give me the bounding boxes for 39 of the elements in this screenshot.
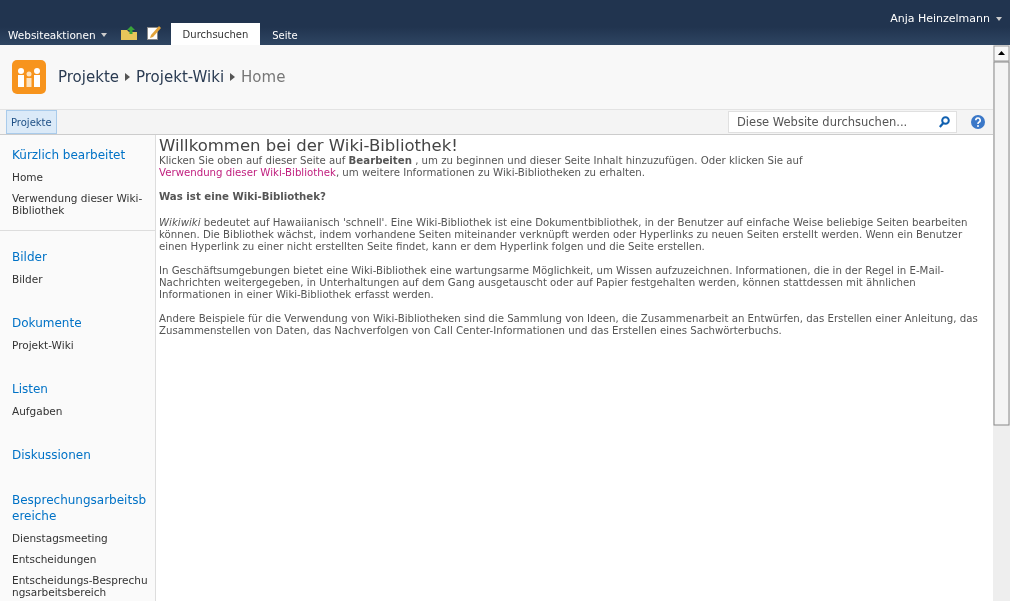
breadcrumb-arrow-icon	[230, 73, 236, 81]
nav-link[interactable]: Projekt-Wiki	[12, 336, 152, 357]
body-paragraph: Wikiwiki bedeutet auf Hawaiianisch 'schnell'. Eine Wiki-Bibliothek ist eine Dokumentbibliothek, in der Benutzer auf einfache Weise beliebige Seiten bearbeiten können. Die Bibliothek wächst, indem vorhandene Seiten miteinander verknüpft werden oder Hyperlinks zu neuen Seiten erstellt werden. Wenn ein Benutzer einen Hyperlink zu einer nicht erstellten Seite findet, kann er dem Hyperlink folgen und die Seite erstellen.	[159, 217, 969, 253]
help-icon[interactable]	[971, 115, 985, 129]
nav-link[interactable]: Home	[12, 168, 152, 189]
nav-heading[interactable]: Diskussionen	[12, 445, 152, 468]
scrollbar[interactable]	[993, 45, 1010, 601]
nav-link[interactable]: Dienstagsmeeting	[12, 529, 152, 550]
caret-icon	[100, 33, 107, 37]
user-menu[interactable]: Anja Heinzelmann	[890, 12, 1002, 25]
body-paragraph: Andere Beispiele für die Verwendung von Wiki-Bibliotheken sind die Sammlung von Ideen, die Zusammenarbeit an Entwürfen, das Erstellen einer Anleitung, das Zusammenstellen von Daten, das Nachverfolgen von Call Center-Informationen und das Erstellen eines Sachwörterbuchs.	[159, 313, 979, 337]
nav-link[interactable]: Aufgaben	[12, 402, 152, 423]
section-heading: Was ist eine Wiki-Bibliothek?	[159, 191, 327, 203]
nav-heading[interactable]: Bilder	[12, 247, 152, 270]
site-logo-icon	[12, 60, 46, 94]
nav-heading[interactable]: Kürzlich bearbeitet	[12, 145, 152, 168]
body-paragraph: In Geschäftsumgebungen bietet eine Wiki-Bibliothek eine wartungsarme Möglichkeit, um Wissen aufzuzeichnen. Informationen, die in der Regel in E-Mail-Nachrichten weitergegeben, in Unterhaltungen auf dem Gang ausgetauscht oder auf Papier festgehalten werden, können stattdessen mit ähnlichen Informationen in einer Wiki-Bibliothek erfasst werden.	[159, 265, 945, 301]
nav-link[interactable]: Entscheidungen	[12, 550, 152, 571]
breadcrumb-link[interactable]: Projekte	[58, 68, 119, 86]
page-title: Willkommen bei der Wiki-Bibliothek!	[159, 137, 459, 155]
breadcrumb-link[interactable]: Projekt-Wiki	[136, 68, 225, 86]
nav-heading[interactable]: Besprechungsarbeitsbereiche	[12, 490, 152, 529]
caret-icon	[996, 16, 1002, 21]
site-actions-menu[interactable]: Websiteaktionen	[8, 25, 107, 45]
search-icon[interactable]	[939, 116, 950, 128]
nav-link[interactable]: Verwendung dieser Wiki-Bibliothek	[12, 189, 152, 222]
ribbon-tab[interactable]: Durchsuchen	[170, 23, 261, 45]
breadcrumb-arrow-icon	[125, 73, 130, 81]
nav-heading[interactable]: Dokumente	[12, 313, 152, 336]
nav-heading[interactable]: Listen	[12, 379, 152, 402]
nav-link[interactable]: Entscheidungs-Besprechungsarbeitsbereich	[12, 571, 152, 601]
nav-tab[interactable]: Projekte	[6, 110, 57, 134]
edit-icon[interactable]	[146, 25, 161, 40]
wiki-help-link[interactable]: Verwendung dieser Wiki-Bibliothek	[159, 167, 336, 178]
intro-text: Klicken Sie oben auf dieser Seite auf Bearbeiten , um zu beginnen und dieser Seite Inhalt hinzuzufügen. Oder klicken Sie auf Verwendung dieser Wiki-Bibliothek, um weitere Informationen zu Wiki-Bibliotheken zu erhalten.	[159, 155, 804, 179]
ribbon-tab[interactable]: Seite	[260, 25, 310, 45]
search-field[interactable]: Diese Website durchsuchen...	[728, 111, 957, 133]
nav-link[interactable]: Bilder	[12, 270, 152, 291]
folder-up-icon[interactable]	[120, 26, 137, 40]
